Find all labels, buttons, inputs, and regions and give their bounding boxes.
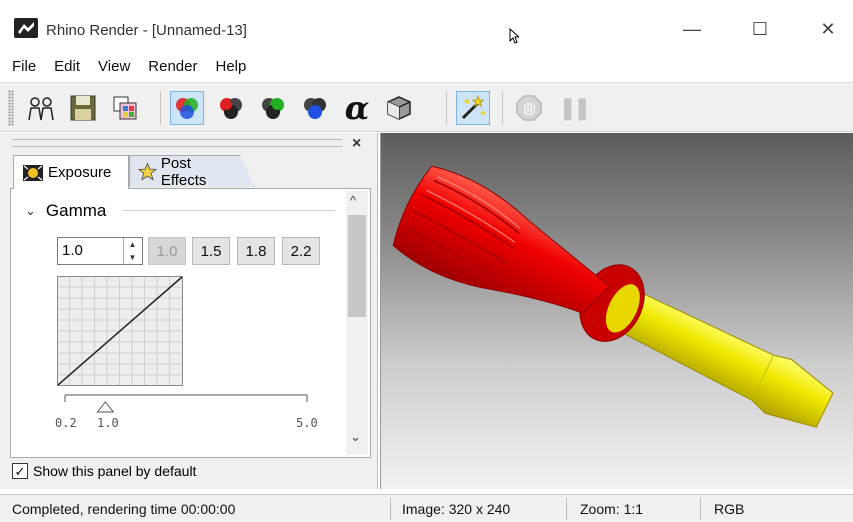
mouse-cursor-icon xyxy=(509,27,521,47)
gamma-slider[interactable] xyxy=(57,392,327,414)
channels-icon[interactable] xyxy=(108,91,142,125)
gamma-preset-1-8-button[interactable]: 1.8 xyxy=(237,237,275,265)
status-separator xyxy=(390,498,391,520)
rgb-channel-icon[interactable] xyxy=(170,91,204,125)
slider-current-label: 1.0 xyxy=(97,416,119,430)
menu-file[interactable]: File xyxy=(0,54,45,80)
toolbar: α ❚❚ xyxy=(0,82,853,132)
gamma-spinner[interactable]: ▲ ▼ xyxy=(123,238,141,264)
star-icon xyxy=(138,161,157,181)
exposure-tab-content: ⌄ Gamma ^ ⌄ 1.0 ▲ ▼ 1.0 1.5 1.8 2.2 0.2 … xyxy=(10,188,371,458)
pause-icon[interactable]: ❚❚ xyxy=(556,91,592,125)
red-channel-icon[interactable] xyxy=(214,91,248,125)
blue-channel-icon[interactable] xyxy=(298,91,332,125)
panel-close-button[interactable]: × xyxy=(352,135,361,153)
gamma-section-title: Gamma xyxy=(45,201,107,220)
monochrome-icon[interactable] xyxy=(382,91,416,125)
post-effects-icon[interactable] xyxy=(456,91,490,125)
scroll-down-icon[interactable]: ⌄ xyxy=(350,429,361,445)
panel-scrollbar[interactable]: ^ ⌄ xyxy=(346,191,368,455)
tab-post-effects-label: Post Effects xyxy=(160,154,207,189)
menu-edit[interactable]: Edit xyxy=(45,54,89,80)
green-channel-icon[interactable] xyxy=(256,91,290,125)
exposure-panel: × Exposure Post Effects ⌄ Gamma ^ ⌄ 1.0 … xyxy=(0,133,378,489)
toolbar-separator xyxy=(502,91,503,125)
menu-render[interactable]: Render xyxy=(139,54,206,80)
menu-help[interactable]: Help xyxy=(206,54,255,80)
spin-down-icon[interactable]: ▼ xyxy=(124,251,141,264)
gamma-curve-graph xyxy=(57,276,183,386)
slider-thumb[interactable] xyxy=(96,401,115,413)
spin-up-icon[interactable]: ▲ xyxy=(124,238,141,251)
gamma-preset-1-0-button[interactable]: 1.0 xyxy=(148,237,186,265)
chevron-down-icon: ⌄ xyxy=(25,203,36,218)
status-channel: RGB xyxy=(714,501,745,517)
tab-exposure[interactable]: Exposure xyxy=(13,155,129,189)
maximize-button[interactable]: ☐ xyxy=(740,14,780,44)
status-message: Completed, rendering time 00:00:00 xyxy=(12,501,236,517)
stop-icon[interactable] xyxy=(512,91,546,125)
slider-max-label: 5.0 xyxy=(296,416,318,430)
status-separator xyxy=(566,498,567,520)
toolbar-grip[interactable] xyxy=(8,90,14,126)
window-title: Rhino Render - [Unnamed-13] xyxy=(46,22,247,39)
status-bar: Completed, rendering time 00:00:00 Image… xyxy=(0,494,853,522)
tab-exposure-label: Exposure xyxy=(48,164,112,181)
rendered-screwdriver-image xyxy=(392,165,834,428)
gamma-preset-1-5-button[interactable]: 1.5 xyxy=(192,237,230,265)
show-panel-label: Show this panel by default xyxy=(33,463,197,479)
minimize-button[interactable]: — xyxy=(672,14,712,44)
slider-min-label: 0.2 xyxy=(55,416,77,430)
scrollbar-thumb[interactable] xyxy=(348,215,366,317)
gamma-section-header[interactable]: ⌄ Gamma xyxy=(25,201,106,221)
toolbar-separator xyxy=(160,91,161,125)
status-separator xyxy=(700,498,701,520)
menu-view[interactable]: View xyxy=(89,54,139,80)
scroll-up-icon[interactable]: ^ xyxy=(350,193,356,208)
status-zoom: Zoom: 1:1 xyxy=(580,501,644,517)
title-bar: Rhino Render - [Unnamed-13] — ☐ ✕ xyxy=(0,0,853,52)
exposure-icon xyxy=(23,164,43,181)
close-button[interactable]: ✕ xyxy=(808,14,848,44)
tab-post-effects[interactable]: Post Effects xyxy=(129,155,255,187)
render-icon[interactable] xyxy=(24,91,58,125)
rhino-app-icon xyxy=(14,18,38,38)
show-panel-checkbox[interactable]: ✓ xyxy=(12,463,28,479)
show-panel-checkbox-row[interactable]: ✓ Show this panel by default xyxy=(12,463,196,479)
panel-grip[interactable] xyxy=(12,139,342,147)
alpha-channel-icon[interactable]: α xyxy=(340,89,374,127)
save-icon[interactable] xyxy=(66,91,100,125)
section-divider xyxy=(123,210,335,211)
gamma-preset-2-2-button[interactable]: 2.2 xyxy=(282,237,320,265)
status-image-size: Image: 320 x 240 xyxy=(402,501,511,517)
toolbar-separator xyxy=(446,91,447,125)
menu-bar: File Edit View Render Help xyxy=(0,54,255,80)
render-viewport[interactable] xyxy=(380,133,853,489)
